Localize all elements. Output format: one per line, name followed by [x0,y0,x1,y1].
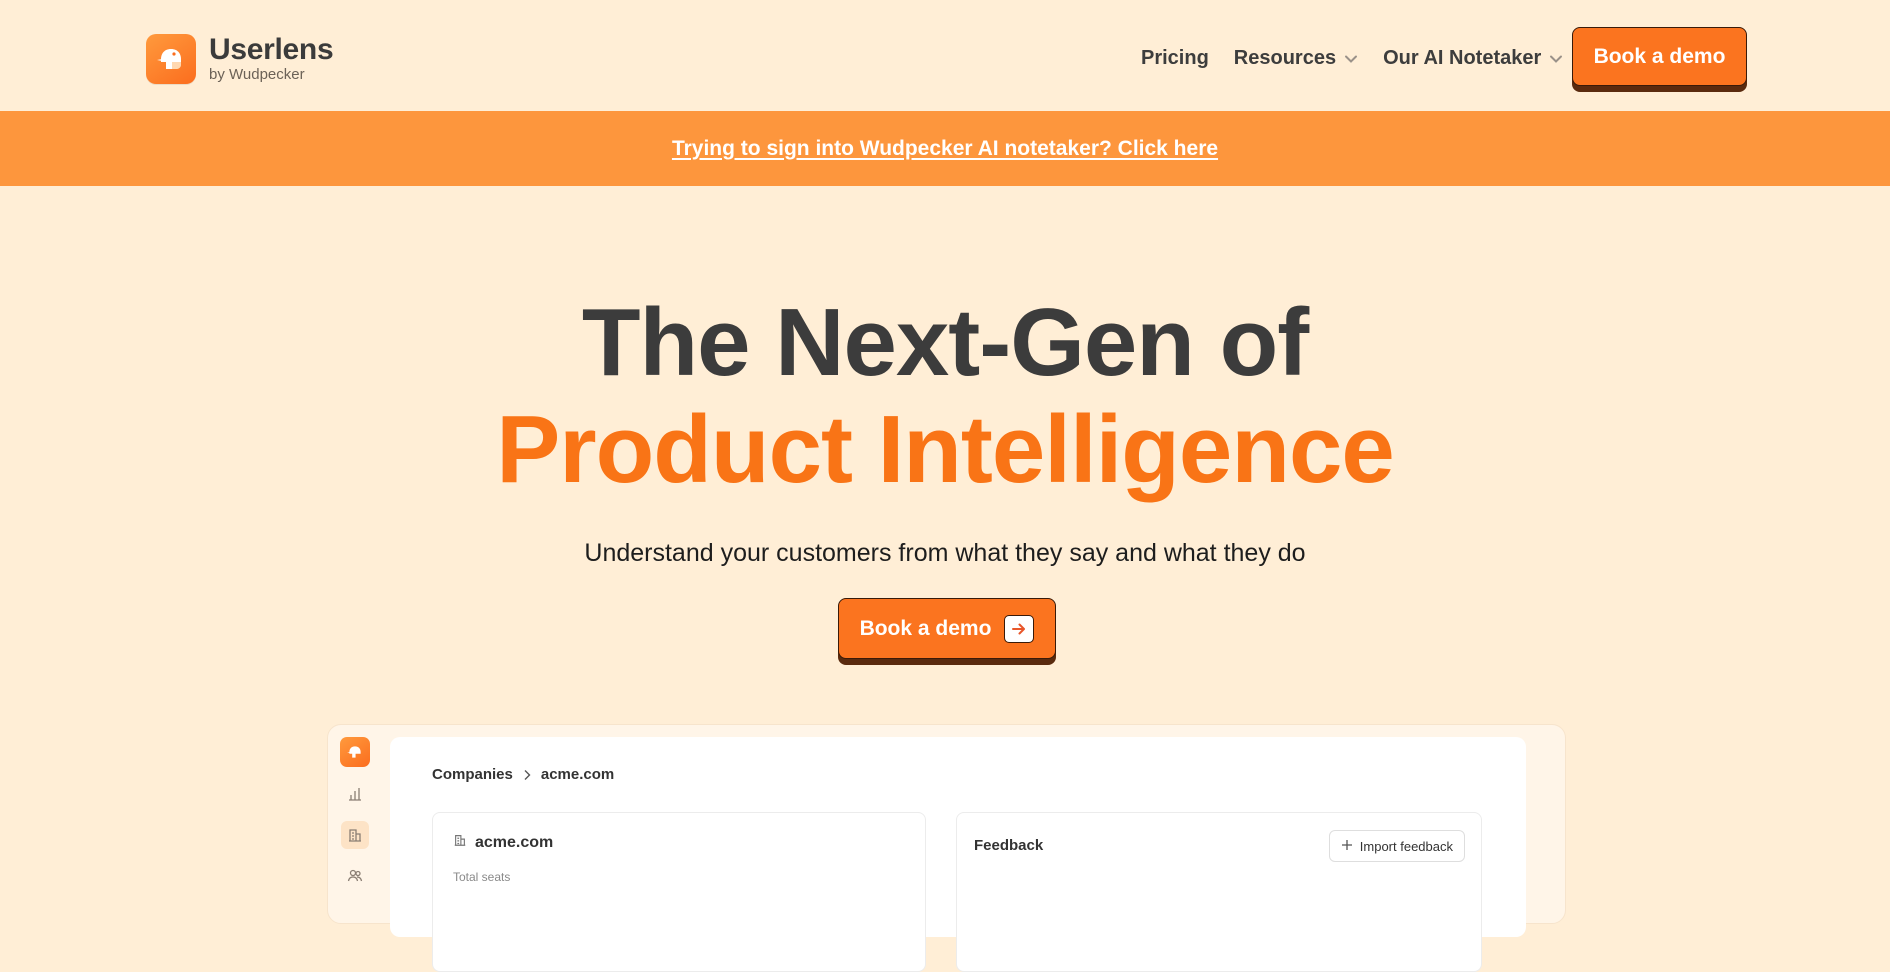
chevron-down-icon [1344,54,1358,64]
nav-link-label: Pricing [1141,47,1209,69]
nav-links: Pricing Resources Our AI Notetaker [1141,47,1563,70]
nav-link-label: Resources [1233,47,1337,69]
building-icon [453,833,467,852]
bar-chart-icon[interactable] [341,780,369,808]
feedback-card-title: Feedback [974,837,1044,854]
woodpecker-logo-icon [340,737,370,767]
import-feedback-label: Import feedback [1359,838,1453,854]
app-preview: Companies acme.com acme.com Total seats … [327,724,1566,972]
hero-headline-line1: The Next-Gen of [581,289,1309,396]
breadcrumb-current: acme.com [540,766,615,783]
feedback-card: Feedback Import feedback [956,812,1482,972]
plus-icon [1341,839,1353,854]
announcement-banner: Trying to sign into Wudpecker AI notetak… [0,111,1890,186]
arrow-right-icon [1004,614,1035,643]
brand-subtitle: by Wudpecker [209,66,305,83]
top-nav: Userlens by Wudpecker Pricing Resources … [0,0,1890,111]
preview-sidebar [340,737,370,890]
hero-subtitle: Understand your customers from what they… [584,539,1306,567]
hero-book-demo-button[interactable]: Book a demo [838,598,1056,659]
breadcrumb-companies[interactable]: Companies [432,766,513,783]
users-icon[interactable] [341,862,369,890]
nav-link-pricing[interactable]: Pricing [1141,47,1209,70]
breadcrumb: Companies acme.com [432,766,614,783]
banner-signin-link[interactable]: Trying to sign into Wudpecker AI notetak… [672,137,1218,161]
brand-name: Userlens [209,33,334,66]
nav-link-ai-notetaker[interactable]: Our AI Notetaker [1383,47,1563,70]
woodpecker-logo-icon [146,34,196,84]
company-card-title: acme.com [475,833,554,851]
import-feedback-button[interactable]: Import feedback [1328,830,1465,862]
brand[interactable]: Userlens by Wudpecker [146,33,334,84]
nav-book-demo-button[interactable]: Book a demo [1572,27,1747,86]
building-icon[interactable] [341,821,369,849]
hero-headline-line2: Product Intelligence [496,396,1394,503]
company-card: acme.com Total seats [432,812,926,972]
nav-link-label: Our AI Notetaker [1383,47,1542,69]
chevron-down-icon [1549,54,1563,64]
nav-link-resources[interactable]: Resources [1234,47,1358,70]
hero-cta-label: Book a demo [859,616,992,640]
preview-content: Companies acme.com acme.com Total seats … [390,737,1526,972]
chevron-right-icon [523,769,531,781]
hero-section: The Next-Gen of Product Intelligence Und… [0,186,1890,726]
